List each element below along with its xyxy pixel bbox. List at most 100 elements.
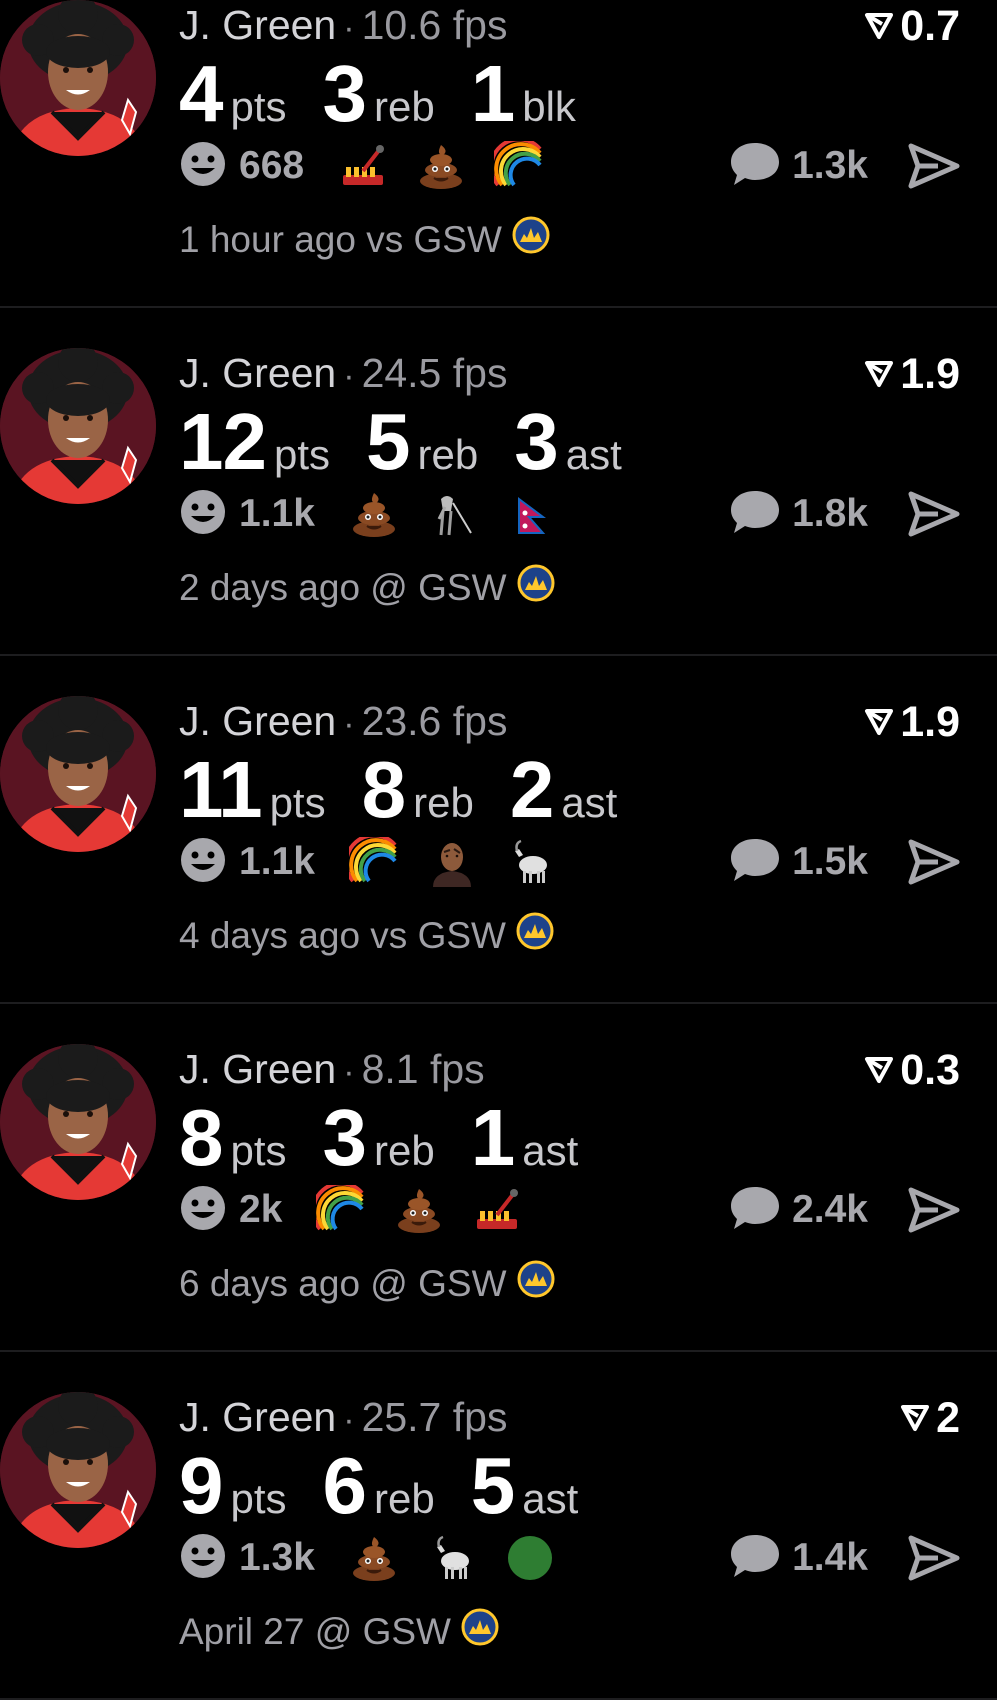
poop-icon[interactable] — [394, 1185, 444, 1235]
rating[interactable]: 0.3 — [864, 1046, 960, 1095]
game-time: 6 days ago @ GSW — [179, 1262, 507, 1304]
rating-icon — [864, 350, 894, 399]
player-avatar[interactable] — [0, 348, 156, 504]
stat-unit: ast — [561, 779, 618, 826]
rainbow-icon[interactable] — [494, 141, 544, 191]
goat-icon[interactable] — [427, 1533, 477, 1583]
stat-value: 1 — [470, 49, 515, 138]
comment-button[interactable]: 2.4k — [728, 1184, 868, 1237]
smiley-icon — [179, 836, 227, 889]
nepal-flag-icon[interactable] — [505, 489, 555, 539]
green-circle-icon[interactable] — [505, 1533, 555, 1583]
reaction-count: 1.1k — [239, 840, 315, 883]
fire-alarm-icon[interactable] — [338, 141, 388, 191]
player-avatar[interactable] — [0, 0, 156, 156]
stat-unit: reb — [417, 431, 479, 478]
reaction-count: 2k — [239, 1188, 283, 1231]
send-icon — [908, 1186, 960, 1234]
emoji-reactions — [349, 1533, 555, 1583]
stat-value: 3 — [322, 1093, 367, 1182]
separator-dot: · — [343, 1401, 355, 1439]
stat-item: 12 pts — [179, 396, 330, 488]
stat-value: 11 — [179, 745, 263, 834]
player-avatar[interactable] — [0, 696, 156, 852]
comment-icon — [728, 488, 782, 541]
stat-unit: reb — [413, 779, 474, 826]
poop-icon[interactable] — [349, 489, 399, 539]
fire-alarm-icon[interactable] — [472, 1185, 522, 1235]
comment-button[interactable]: 1.5k — [728, 836, 868, 889]
stat-item: 8 pts — [179, 1092, 287, 1184]
rock-eyebrow-icon[interactable] — [427, 837, 477, 887]
player-name[interactable]: J. Green — [179, 350, 336, 396]
rainbow-icon[interactable] — [348, 837, 399, 887]
game-time: 2 days ago @ GSW — [179, 566, 507, 608]
reaction-button[interactable]: 1.1k — [179, 836, 315, 889]
stat-unit: reb — [374, 1475, 435, 1522]
share-button[interactable] — [908, 838, 960, 886]
grim-reaper-icon[interactable] — [427, 489, 477, 539]
post-card[interactable]: J. Green · 10.6 fps 0.7 4 pts 3 reb 1 blk 668… — [0, 0, 997, 308]
reaction-button[interactable]: 1.3k — [179, 1532, 315, 1585]
player-name[interactable]: J. Green — [179, 1394, 336, 1440]
warriors-logo-icon — [516, 912, 554, 959]
fps-value: 23.6 fps — [361, 698, 508, 744]
post-actions: 1.5k — [728, 836, 960, 889]
rating[interactable]: 1.9 — [864, 350, 960, 399]
player-name[interactable]: J. Green — [179, 2, 336, 48]
emoji-reactions — [316, 1185, 522, 1235]
stat-item: 2 ast — [510, 744, 618, 836]
action-bar: 1.1k 1.8k — [179, 484, 960, 544]
post-actions: 1.3k — [728, 140, 960, 193]
fps-value: 24.5 fps — [361, 350, 508, 396]
stat-value: 3 — [514, 397, 558, 486]
game-meta: April 27 @ GSW — [179, 1608, 499, 1655]
post-card[interactable]: J. Green · 23.6 fps 1.9 11 pts 8 reb 2 ast 1.… — [0, 656, 997, 1004]
reaction-button[interactable]: 1.1k — [179, 488, 315, 541]
rating-icon — [864, 698, 894, 747]
reaction-button[interactable]: 668 — [179, 140, 304, 193]
share-button[interactable] — [908, 142, 960, 190]
stat-item: 5 ast — [471, 1440, 579, 1532]
player-avatar[interactable] — [0, 1044, 156, 1200]
game-meta: 2 days ago @ GSW — [179, 564, 555, 611]
separator-dot: · — [343, 9, 355, 47]
stat-item: 9 pts — [179, 1440, 287, 1532]
poop-icon[interactable] — [416, 141, 466, 191]
reaction-button[interactable]: 2k — [179, 1184, 282, 1237]
rating[interactable]: 0.7 — [864, 2, 960, 51]
share-button[interactable] — [908, 490, 960, 538]
stat-line: 11 pts 8 reb 2 ast — [179, 744, 653, 836]
comment-button[interactable]: 1.4k — [728, 1532, 868, 1585]
comment-button[interactable]: 1.3k — [728, 140, 868, 193]
post-card[interactable]: J. Green · 24.5 fps 1.9 12 pts 5 reb 3 ast 1.… — [0, 308, 997, 656]
reaction-count: 1.1k — [239, 492, 315, 535]
smiley-icon — [179, 1184, 227, 1237]
comment-icon — [728, 836, 782, 889]
smiley-icon — [179, 1532, 227, 1585]
share-button[interactable] — [908, 1534, 960, 1582]
comment-count: 1.5k — [792, 840, 868, 883]
goat-icon[interactable] — [505, 837, 555, 887]
game-time: April 27 @ GSW — [179, 1610, 451, 1652]
player-name[interactable]: J. Green — [179, 1046, 336, 1092]
comment-button[interactable]: 1.8k — [728, 488, 868, 541]
emoji-reactions — [338, 141, 544, 191]
post-card[interactable]: J. Green · 25.7 fps 2 9 pts 6 reb 5 ast 1.3k … — [0, 1352, 997, 1700]
comment-count: 2.4k — [792, 1188, 868, 1231]
poop-icon[interactable] — [349, 1533, 399, 1583]
share-button[interactable] — [908, 1186, 960, 1234]
feed: J. Green · 10.6 fps 0.7 4 pts 3 reb 1 blk 668… — [0, 0, 997, 1700]
stat-value: 5 — [366, 397, 410, 486]
post-card[interactable]: J. Green · 8.1 fps 0.3 8 pts 3 reb 1 ast 2k 2… — [0, 1004, 997, 1352]
comment-count: 1.3k — [792, 144, 868, 187]
send-icon — [908, 1534, 960, 1582]
rainbow-icon[interactable] — [316, 1185, 366, 1235]
rating[interactable]: 2 — [900, 1394, 960, 1443]
player-avatar[interactable] — [0, 1392, 156, 1548]
rating[interactable]: 1.9 — [864, 698, 960, 747]
action-bar: 2k 2.4k — [179, 1180, 960, 1240]
stat-item: 3 ast — [514, 396, 622, 488]
player-name[interactable]: J. Green — [179, 698, 336, 744]
stat-value: 3 — [322, 49, 367, 138]
